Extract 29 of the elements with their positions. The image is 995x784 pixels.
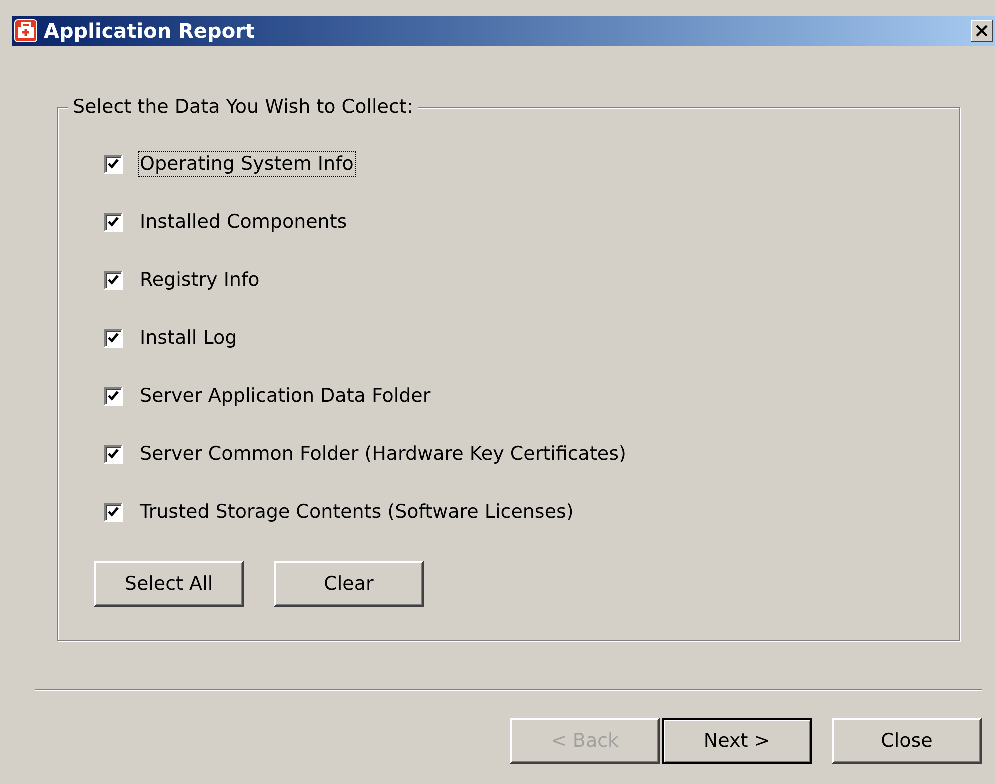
checkbox[interactable] (104, 444, 123, 464)
checkmark-icon (107, 274, 120, 286)
checkbox[interactable] (104, 270, 123, 290)
group-button[interactable]: Clear (274, 561, 424, 607)
checkbox-label[interactable]: Server Application Data Folder (139, 384, 432, 408)
group-button[interactable]: Select All (94, 561, 244, 607)
checkbox[interactable] (104, 154, 123, 174)
checkbox-label[interactable]: Installed Components (139, 210, 348, 234)
checkmark-icon (107, 158, 120, 170)
checkbox-label[interactable]: Registry Info (139, 268, 261, 292)
window-title: Application Report (44, 21, 255, 41)
checkbox-label[interactable]: Operating System Info (139, 152, 355, 176)
checkbox[interactable] (104, 502, 123, 522)
toolbox-icon (14, 19, 38, 43)
dialog-button[interactable]: Next > (662, 718, 812, 764)
checkbox[interactable] (104, 386, 123, 406)
checkmark-icon (107, 332, 120, 344)
checkbox-label[interactable]: Install Log (139, 326, 238, 350)
checkmark-icon (107, 506, 120, 518)
close-icon (976, 25, 988, 37)
checkbox[interactable] (104, 212, 123, 232)
checkbox-label[interactable]: Trusted Storage Contents (Software Licenses) (139, 500, 575, 524)
checkmark-icon (107, 390, 120, 402)
checkbox[interactable] (104, 328, 123, 348)
checkmark-icon (107, 216, 120, 228)
close-button[interactable] (971, 20, 993, 42)
checkbox-label[interactable]: Server Common Folder (Hardware Key Certificates) (139, 442, 628, 466)
dialog-button[interactable]: Close (832, 718, 982, 764)
checkmark-icon (107, 448, 120, 460)
